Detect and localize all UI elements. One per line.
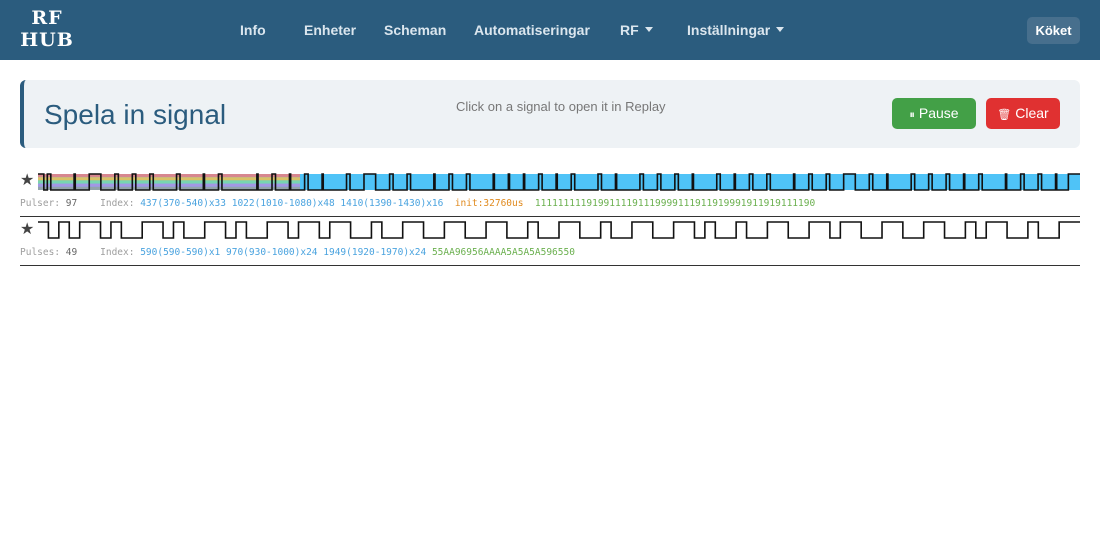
brand-logo[interactable]: RF HUB bbox=[19, 7, 75, 51]
brand-line-2: HUB bbox=[20, 29, 74, 51]
pause-button[interactable]: ⏸ Pause bbox=[892, 98, 976, 129]
signal-meta: Pulser: 97 Index: 437(370-540)x33 1022(1… bbox=[20, 198, 816, 209]
signal-meta: Pulses: 49 Index: 590(590-590)x1 970(930… bbox=[20, 247, 575, 258]
star-icon[interactable]: ★ bbox=[20, 173, 36, 189]
index-value: 1410(1390-1430)x16 bbox=[340, 198, 444, 209]
nav-item-rf-dropdown[interactable]: RF bbox=[620, 20, 653, 40]
trash-icon: 🗑 bbox=[997, 109, 1012, 121]
index-value: 1949(1920-1970)x24 bbox=[323, 247, 427, 258]
nav-item-installningar-dropdown[interactable]: Inställningar bbox=[687, 20, 785, 40]
nav-item-enheter[interactable]: Enheter bbox=[304, 20, 356, 40]
index-value: 1022(1010-1080)x48 bbox=[231, 198, 335, 209]
index-value: 590(590-590)x1 bbox=[140, 247, 221, 258]
room-button[interactable]: Köket bbox=[1027, 17, 1080, 44]
nav-item-info[interactable]: Info bbox=[240, 20, 266, 40]
chevron-down-icon bbox=[776, 27, 785, 32]
waveform-line bbox=[38, 221, 1080, 239]
signal-code: 55AA96956AAAA5A5A5A596550 bbox=[431, 247, 575, 258]
page-header-card: Spela in signal Click on a signal to ope… bbox=[20, 80, 1080, 148]
replay-hint: Click on a signal to open it in Replay bbox=[456, 99, 666, 114]
page-title: Spela in signal bbox=[44, 99, 227, 130]
nav-item-automatiseringar[interactable]: Automatiseringar bbox=[474, 20, 590, 40]
clear-button[interactable]: 🗑 Clear bbox=[986, 98, 1060, 129]
nav-item-scheman[interactable]: Scheman bbox=[384, 20, 446, 40]
signal-waveform[interactable] bbox=[38, 220, 1080, 240]
brand-line-1: RF bbox=[31, 7, 63, 29]
pulse-count: 97 bbox=[65, 198, 78, 209]
star-icon[interactable]: ★ bbox=[20, 222, 36, 238]
divider bbox=[20, 265, 1080, 266]
divider bbox=[20, 216, 1080, 217]
signal-waveform[interactable] bbox=[38, 172, 1080, 192]
overlay-band bbox=[38, 174, 300, 178]
overlay-band bbox=[38, 183, 300, 187]
pulse-count: 49 bbox=[65, 247, 78, 258]
overlay-band bbox=[38, 177, 300, 181]
index-value: 437(370-540)x33 bbox=[140, 198, 226, 209]
index-value: 970(930-1000)x24 bbox=[226, 247, 318, 258]
signal-code: 1111111119199111191119999111911919991911… bbox=[534, 198, 816, 209]
pause-icon: ⏸ bbox=[909, 109, 915, 121]
top-navbar: RF HUB Info Enheter Scheman Automatiseri… bbox=[0, 0, 1100, 60]
overlay-band bbox=[38, 180, 300, 184]
init-value: init:32760us bbox=[454, 198, 524, 209]
chevron-down-icon bbox=[644, 27, 653, 32]
